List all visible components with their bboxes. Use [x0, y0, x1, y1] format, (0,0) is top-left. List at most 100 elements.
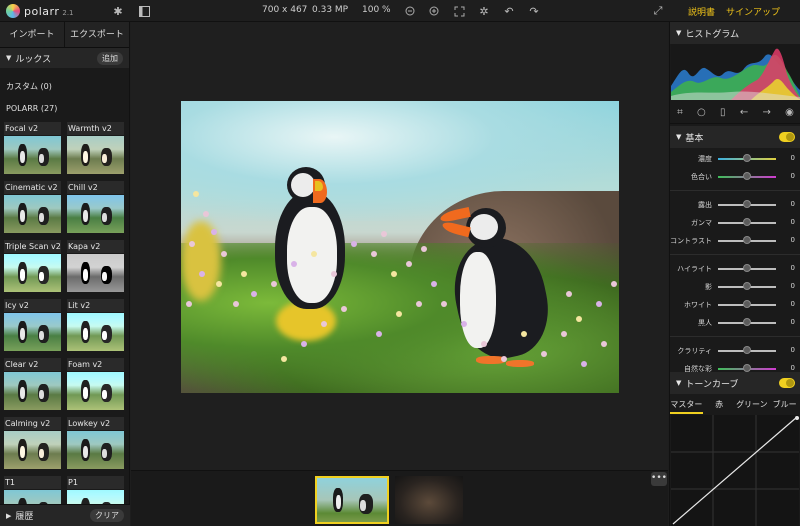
- filter-card[interactable]: Lowkey v2: [67, 417, 124, 471]
- filter-card[interactable]: Lit v2: [67, 299, 124, 353]
- curve-tab-green[interactable]: グリーン: [736, 396, 769, 414]
- slider-label: ホワイト: [684, 301, 712, 309]
- tone-curve-header[interactable]: ▼ トーンカーブ: [670, 372, 800, 394]
- flower-dot: [431, 281, 437, 287]
- tab-import[interactable]: インポート: [0, 22, 64, 47]
- flower-dot: [251, 291, 257, 297]
- filter-card[interactable]: Triple Scan v2: [4, 240, 61, 294]
- filter-name: Clear v2: [4, 358, 61, 371]
- main-photo[interactable]: [181, 101, 619, 393]
- history-bar[interactable]: ▶ 履歴 クリア: [0, 504, 130, 526]
- slider-group-divider: [670, 190, 800, 191]
- slider-knob[interactable]: [743, 264, 751, 272]
- filter-card[interactable]: Focal v2: [4, 122, 61, 176]
- slider-knob[interactable]: [743, 236, 751, 244]
- signup-link[interactable]: サインアップ: [726, 5, 780, 18]
- filter-card[interactable]: Calming v2: [4, 417, 61, 471]
- panel-toggle-icon[interactable]: [136, 3, 152, 19]
- filmstrip-thumb-lion[interactable]: [395, 476, 463, 524]
- histogram-title: ヒストグラム: [685, 29, 740, 40]
- filter-card[interactable]: Icy v2: [4, 299, 61, 353]
- add-look-button[interactable]: 追加: [97, 51, 123, 65]
- filter-grid: Focal v2 Warmth v2 Cinematic v2 Chill v2 Tri…: [4, 122, 126, 504]
- redo-icon[interactable]: ↷: [526, 3, 542, 19]
- basic-toggle[interactable]: [779, 132, 795, 142]
- flower-dot: [211, 229, 217, 235]
- slider-knob[interactable]: [743, 364, 751, 372]
- image-dimensions: 700 x 467: [262, 5, 308, 15]
- histogram-header[interactable]: ▼ ヒストグラム: [670, 22, 800, 44]
- filmstrip: [131, 470, 668, 526]
- flower-dot: [416, 301, 422, 307]
- custom-looks-label[interactable]: カスタム (0): [0, 76, 129, 98]
- flower-dot: [381, 231, 387, 237]
- flower-dot: [576, 316, 582, 322]
- forward-arrow-icon[interactable]: →: [762, 107, 770, 118]
- basic-title: 基本: [685, 133, 704, 144]
- tone-curve-editor[interactable]: [671, 415, 799, 526]
- tab-export[interactable]: エクスポート: [64, 22, 129, 47]
- fullscreen-icon[interactable]: ⤢: [650, 3, 666, 19]
- flower-dot: [199, 271, 205, 277]
- filter-card[interactable]: P1: [67, 476, 124, 504]
- slider-label: 色合い: [691, 173, 712, 181]
- zoom-in-icon[interactable]: [426, 3, 442, 19]
- history-label: 履歴: [15, 512, 34, 522]
- filter-card[interactable]: Warmth v2: [67, 122, 124, 176]
- slider-row: コントラスト 0: [670, 234, 800, 248]
- slider-knob[interactable]: [743, 318, 751, 326]
- filter-card[interactable]: T1: [4, 476, 61, 504]
- curve-tab-master[interactable]: マスター: [670, 396, 703, 414]
- more-options-button[interactable]: •••: [651, 472, 667, 486]
- left-panel: インポート エクスポート ▼ ルックス 追加 カスタム (0) POLARR (…: [0, 22, 130, 526]
- slider-knob[interactable]: [743, 200, 751, 208]
- filter-card[interactable]: Kapa v2: [67, 240, 124, 294]
- back-arrow-icon[interactable]: ←: [740, 107, 748, 118]
- slider-value: 0: [790, 300, 795, 308]
- canvas-area[interactable]: [131, 22, 668, 470]
- looks-header[interactable]: ▼ ルックス 追加: [0, 48, 129, 68]
- manual-link[interactable]: 説明書: [688, 5, 715, 18]
- filter-name: Kapa v2: [67, 240, 124, 253]
- flower-dot: [331, 271, 337, 277]
- slider-knob[interactable]: [743, 346, 751, 354]
- slider-label: コントラスト: [670, 237, 712, 245]
- slider-value: 0: [790, 218, 795, 226]
- filter-thumbnail: [67, 490, 124, 504]
- rect-mask-icon[interactable]: ▯: [720, 107, 726, 118]
- compare-icon[interactable]: ✲: [476, 3, 492, 19]
- eye-icon[interactable]: ◉: [785, 107, 794, 118]
- filter-name: Triple Scan v2: [4, 240, 61, 253]
- flower-dot: [501, 356, 507, 362]
- filter-card[interactable]: Chill v2: [67, 181, 124, 235]
- curve-tab-blue[interactable]: ブルー: [768, 396, 800, 414]
- slider-knob[interactable]: [743, 172, 751, 180]
- slider-knob[interactable]: [743, 218, 751, 226]
- bug-icon[interactable]: ✱: [110, 3, 126, 19]
- radial-mask-icon[interactable]: ○: [697, 107, 706, 118]
- curve-tab-red[interactable]: 赤: [703, 396, 736, 414]
- filter-card[interactable]: Clear v2: [4, 358, 61, 412]
- fit-screen-icon[interactable]: [451, 3, 467, 19]
- flower-dot: [581, 361, 587, 367]
- undo-icon[interactable]: ↶: [501, 3, 517, 19]
- slider-label: 影: [705, 283, 712, 291]
- tone-curve-toggle[interactable]: [779, 378, 795, 388]
- flower-dot: [611, 281, 617, 287]
- slider-knob[interactable]: [743, 282, 751, 290]
- filter-card[interactable]: Foam v2: [67, 358, 124, 412]
- filter-thumbnail: [67, 254, 124, 292]
- zoom-out-icon[interactable]: [402, 3, 418, 19]
- basic-header[interactable]: ▼ 基本: [670, 126, 800, 148]
- flower-dot: [566, 291, 572, 297]
- polarr-looks-label[interactable]: POLARR (27): [0, 98, 129, 120]
- slider-knob[interactable]: [743, 300, 751, 308]
- slider-row: 影0: [670, 280, 800, 294]
- crop-icon[interactable]: ⌗: [677, 107, 683, 118]
- filter-thumbnail: [67, 136, 124, 174]
- app-name: polarr: [24, 4, 60, 18]
- filter-card[interactable]: Cinematic v2: [4, 181, 61, 235]
- filmstrip-thumb-puffins[interactable]: [315, 476, 389, 524]
- slider-knob[interactable]: [743, 154, 751, 162]
- clear-history-button[interactable]: クリア: [90, 509, 124, 522]
